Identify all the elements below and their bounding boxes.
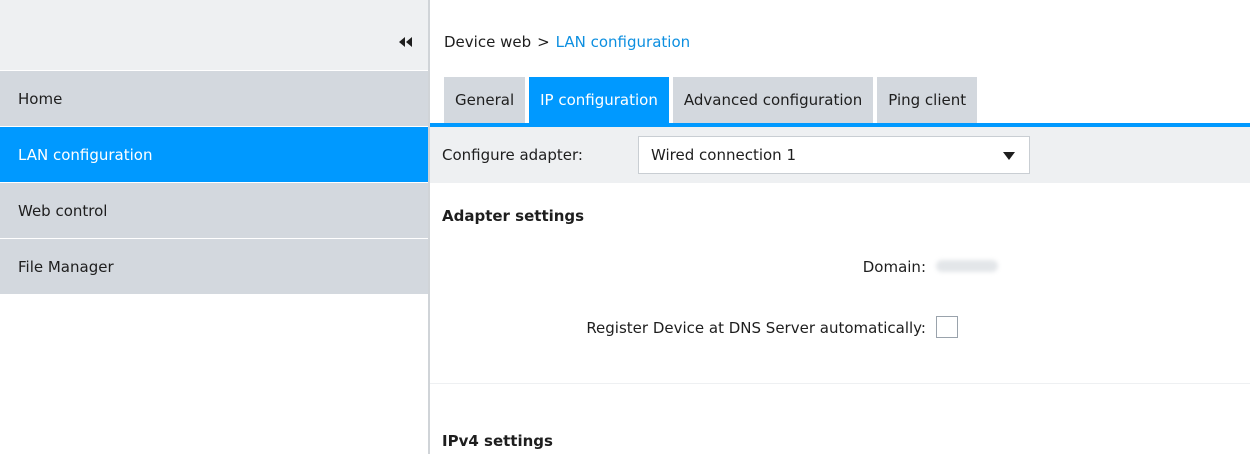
sidebar-item-file-manager[interactable]: File Manager — [0, 238, 428, 294]
breadcrumb-current[interactable]: LAN configuration — [556, 33, 690, 51]
double-chevron-left-icon[interactable] — [398, 34, 414, 47]
register-dns-checkbox[interactable] — [936, 316, 958, 338]
adapter-select[interactable]: Wired connection 1 — [638, 136, 1030, 174]
domain-value-redacted — [936, 260, 998, 272]
tab-label: Advanced configuration — [683, 91, 863, 109]
dropdown-arrow-icon — [1003, 152, 1015, 160]
tab-ip-configuration[interactable]: IP configuration — [529, 77, 669, 123]
adapter-bar: Configure adapter: Wired connection 1 — [430, 127, 1250, 183]
sidebar-item-label: LAN configuration — [18, 145, 153, 164]
breadcrumb-root[interactable]: Device web — [444, 33, 531, 51]
sidebar-item-label: Web control — [18, 201, 108, 220]
tab-label: IP configuration — [540, 91, 658, 109]
tab-general[interactable]: General — [444, 77, 526, 123]
sidebar-item-label: File Manager — [18, 257, 114, 276]
sidebar-item-home[interactable]: Home — [0, 70, 428, 126]
ipv4-settings-title: IPv4 settings — [442, 432, 553, 450]
adapter-selected-value: Wired connection 1 — [651, 146, 796, 164]
tab-label: General — [455, 91, 515, 109]
tab-bar: General IP configuration Advanced config… — [444, 77, 978, 123]
breadcrumb: Device web > LAN configuration — [444, 33, 690, 51]
sidebar-item-web-control[interactable]: Web control — [0, 182, 428, 238]
sidebar: Home LAN configuration Web control File … — [0, 0, 428, 454]
sidebar-item-lan-configuration[interactable]: LAN configuration — [0, 126, 428, 182]
tab-advanced-configuration[interactable]: Advanced configuration — [672, 77, 874, 123]
main-content: Device web > LAN configuration General IP … — [430, 0, 1250, 454]
domain-label: Domain: — [862, 258, 926, 276]
section-divider — [430, 383, 1250, 384]
tab-label: Ping client — [888, 91, 967, 109]
breadcrumb-separator: > — [537, 33, 550, 51]
configure-adapter-label: Configure adapter: — [442, 146, 583, 164]
sidebar-header — [0, 0, 428, 70]
adapter-settings-title: Adapter settings — [442, 207, 585, 225]
sidebar-item-label: Home — [18, 89, 63, 108]
register-dns-label: Register Device at DNS Server automatica… — [586, 319, 926, 337]
tab-ping-client[interactable]: Ping client — [877, 77, 978, 123]
